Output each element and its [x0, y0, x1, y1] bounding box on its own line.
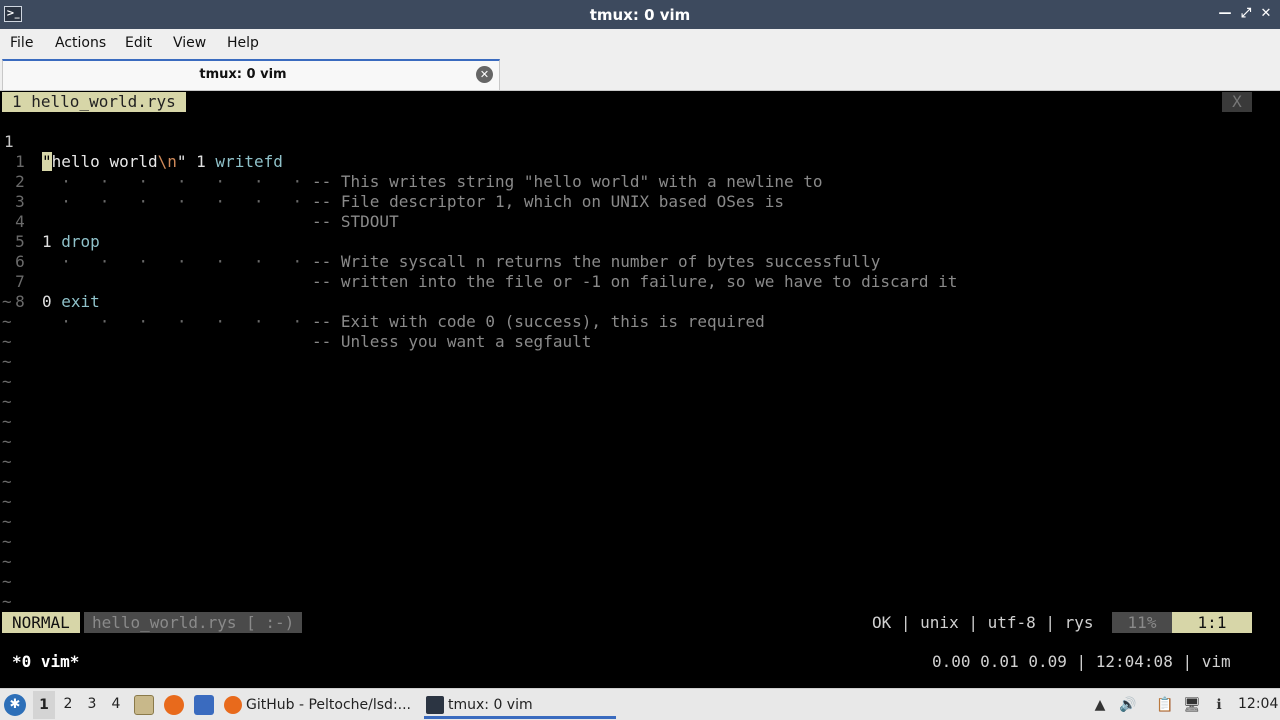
code-line: 1 · · · · · · · -- File descriptor 1, wh…: [0, 132, 1280, 211]
vim-cursor-position: 1:1: [1172, 612, 1252, 633]
empty-line-marker: ~: [2, 512, 12, 531]
vim-buffer-tab[interactable]: 1 hello_world.rys: [2, 92, 186, 112]
code-comment: -- Exit with code 0 (success), this is r…: [312, 312, 765, 331]
window-title: tmux: 0 vim: [589, 6, 691, 24]
tmux-window-list[interactable]: *0 vim*: [12, 652, 79, 671]
empty-line-marker: ~: [2, 532, 12, 551]
code-text: 0 exit: [42, 292, 100, 312]
keyword: exit: [51, 292, 100, 311]
menubar: File Actions Edit View Help: [0, 29, 1280, 57]
empty-line-marker: ~: [2, 292, 12, 311]
clock[interactable]: 12:04: [1238, 696, 1278, 712]
empty-line-marker: ~: [2, 372, 12, 391]
firefox-icon[interactable]: [164, 695, 184, 715]
window-titlebar: >_ tmux: 0 vim — ⤢ ✕: [0, 0, 1280, 29]
empty-line-marker: ~: [2, 412, 12, 431]
code-line: 1 "hello world\n" 1 writefd -- This writ…: [0, 112, 1280, 191]
workspace-4[interactable]: 4: [105, 696, 127, 712]
terminal-area[interactable]: 1 hello_world.rys X 1 "hello world\n" 1 …: [0, 91, 1280, 688]
task-label: tmux: 0 vim: [448, 697, 533, 713]
clipboard-icon[interactable]: 📋: [1155, 695, 1175, 715]
empty-line-marker: ~: [2, 452, 12, 471]
code-line: 8 · · · · · · · -- Unless you want a seg…: [0, 272, 1280, 351]
workspace-2[interactable]: 2: [57, 696, 79, 712]
task-firefox-github[interactable]: GitHub - Peltoche/lsd:...: [224, 691, 414, 719]
menu-edit[interactable]: Edit: [125, 35, 152, 51]
menu-help[interactable]: Help: [227, 35, 259, 51]
code-comment: -- Unless you want a segfault: [312, 332, 592, 351]
tray-expand-icon[interactable]: ▲: [1090, 695, 1110, 715]
empty-line-marker: ~: [2, 572, 12, 591]
task-label: GitHub - Peltoche/lsd:...: [246, 697, 412, 713]
workspace-3[interactable]: 3: [81, 696, 103, 712]
code-line: 3: [0, 172, 1280, 211]
vim-file-format-info: OK | unix | utf-8 | rys: [872, 613, 1094, 632]
empty-line-marker: ~: [2, 432, 12, 451]
vim-mode-indicator: NORMAL: [2, 612, 80, 633]
vim-scroll-percent: 11%: [1112, 612, 1172, 633]
empty-line-marker: ~: [2, 552, 12, 571]
code-line: 5 · · · · · · · -- written into the file…: [0, 212, 1280, 291]
taskbar: ✱ 1 2 3 4 GitHub - Peltoche/lsd:... tmux…: [0, 688, 1280, 720]
desktop-icon[interactable]: [194, 695, 214, 715]
tab-close-icon[interactable]: ✕: [476, 66, 493, 83]
maximize-button[interactable]: ⤢: [1237, 5, 1255, 23]
code-line: 4 1 drop -- Write syscall n returns the …: [0, 192, 1280, 271]
code-line: 6: [0, 232, 1280, 271]
terminal-tabbar: tmux: 0 vim ✕: [0, 57, 1280, 91]
close-window-button[interactable]: ✕: [1257, 5, 1275, 23]
minimize-button[interactable]: —: [1216, 5, 1234, 23]
terminal-tab[interactable]: tmux: 0 vim ✕: [2, 59, 500, 90]
menu-view[interactable]: View: [173, 35, 206, 51]
workspace-1[interactable]: 1: [33, 691, 55, 719]
volume-icon[interactable]: 🔊: [1118, 695, 1138, 715]
code-line: 2 · · · · · · · -- STDOUT: [0, 152, 1280, 231]
empty-line-marker: ~: [2, 592, 12, 611]
empty-line-marker: ~: [2, 312, 12, 331]
menu-file[interactable]: File: [10, 35, 33, 51]
task-tmux-vim[interactable]: tmux: 0 vim: [424, 691, 616, 719]
number-literal: 0: [42, 292, 52, 311]
tab-label: tmux: 0 vim: [199, 67, 287, 82]
firefox-icon: [224, 696, 242, 714]
empty-line-marker: ~: [2, 492, 12, 511]
vim-close-tab-button[interactable]: X: [1222, 92, 1252, 112]
file-manager-icon[interactable]: [134, 695, 154, 715]
menu-actions[interactable]: Actions: [55, 35, 106, 51]
empty-line-marker: ~: [2, 352, 12, 371]
vim-file-info: hello_world.rys [ :-): [84, 612, 303, 633]
tmux-status-right: 0.00 0.01 0.09 | 12:04:08 | vim: [932, 652, 1231, 671]
start-menu-icon[interactable]: ✱: [4, 694, 26, 716]
empty-line-marker: ~: [2, 392, 12, 411]
code-line: 7 0 exit -- Exit with code 0 (success), …: [0, 252, 1280, 331]
empty-line-marker: ~: [2, 472, 12, 491]
empty-line-marker: ~: [2, 332, 12, 351]
notification-icon[interactable]: ℹ: [1209, 695, 1229, 715]
indent-guide: · · · · · · ·: [42, 312, 303, 331]
display-icon[interactable]: 🖥: [1182, 695, 1202, 715]
vim-statusline: NORMAL hello_world.rys [ :-) OK | unix |…: [0, 612, 1280, 633]
terminal-icon: [426, 696, 444, 714]
